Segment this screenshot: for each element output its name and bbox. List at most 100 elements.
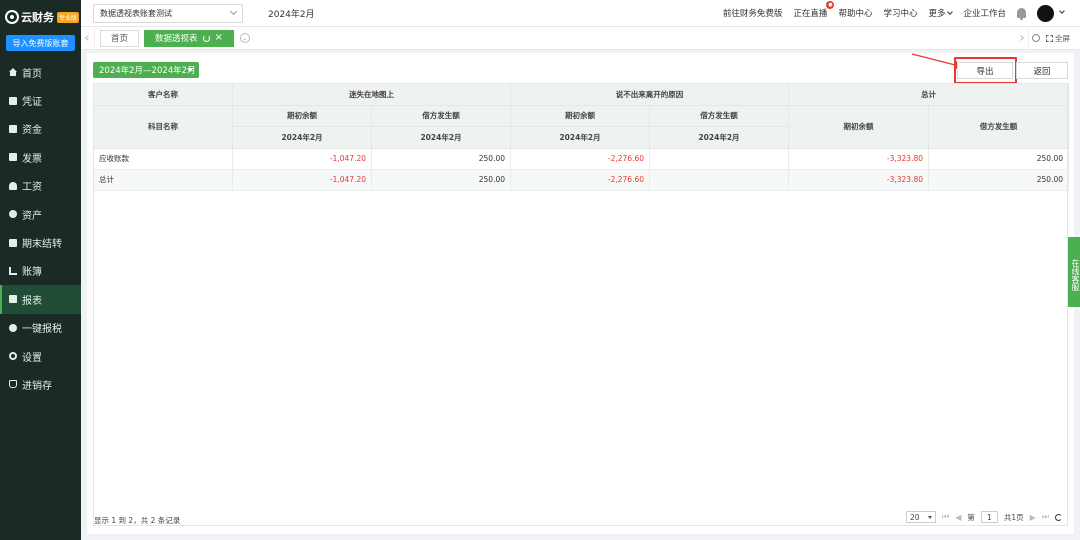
chevron-down-icon	[1059, 8, 1065, 14]
header-g1-credit-period: 2024年2月	[371, 126, 511, 149]
cell-g2-opening: -2,276.60	[510, 147, 650, 170]
sidebar-item-invoice[interactable]: 发票	[0, 143, 81, 171]
more-menu[interactable]: 更多	[928, 7, 954, 19]
record-summary: 显示 1 到 2，共 2 条记录	[94, 516, 181, 525]
header-g1-credit: 借方发生额	[371, 104, 511, 127]
current-period: 2024年2月	[268, 9, 315, 20]
sidebar: 云财务 专业版 导入免费版账套 首页 凭证 资金 发票 工资 资产 期末结转 账…	[0, 0, 81, 540]
tab-bar: 首页 数据透视表 × ⌄ 全屏	[81, 26, 1080, 50]
tax-icon	[9, 323, 17, 332]
sidebar-nav: 首页 凭证 资金 发票 工资 资产 期末结转 账簿 报表 一键报税 设置 进销存	[0, 58, 81, 399]
live-badge-icon: ●	[826, 1, 835, 9]
tab-scroll-left[interactable]	[81, 27, 95, 49]
sidebar-item-ledger[interactable]: 账簿	[0, 257, 81, 285]
sidebar-item-inventory[interactable]: 进销存	[0, 370, 81, 398]
enterprise-workbench-link[interactable]: 企业工作台	[963, 7, 1006, 19]
tab-more-icon[interactable]: ⌄	[239, 33, 250, 43]
ledger-icon	[9, 266, 17, 275]
table-frame-bottom	[93, 525, 1068, 526]
chevron-down-icon	[947, 9, 954, 15]
fullscreen-icon	[1046, 34, 1053, 42]
learning-center-link[interactable]: 学习中心	[883, 7, 917, 19]
page-number-input[interactable]: 1	[980, 511, 998, 523]
page-prefix: 第	[967, 512, 975, 522]
table-row[interactable]: 总计 -1,047.20 250.00 -2,276.60 -3,323.80 …	[93, 168, 1069, 191]
header-group-total: 总计	[788, 83, 1069, 106]
sidebar-item-funds[interactable]: 资金	[0, 115, 81, 143]
cell-g1-credit: 250.00	[371, 168, 511, 191]
close-icon[interactable]: ×	[215, 33, 223, 43]
chevron-right-icon	[1018, 35, 1024, 41]
brand-name: 云财务	[21, 11, 54, 24]
help-center-link[interactable]: 帮助中心	[838, 7, 872, 19]
next-page-icon[interactable]: ▶	[1030, 513, 1036, 522]
last-page-icon[interactable]: ⏭	[1042, 512, 1049, 522]
asset-icon	[9, 210, 17, 219]
first-page-icon[interactable]: ⏮	[942, 512, 949, 522]
cell-g2-credit	[649, 168, 789, 191]
header-customer: 客户名称	[93, 83, 233, 106]
wallet-icon	[9, 124, 17, 133]
tab-scroll-right[interactable]	[1014, 27, 1028, 49]
sidebar-item-salary[interactable]: 工资	[0, 172, 81, 200]
sidebar-item-reports[interactable]: 报表	[0, 285, 81, 314]
brand-logo[interactable]: 云财务 专业版	[0, 0, 81, 34]
table-row[interactable]: 应收账款 -1,047.20 250.00 -2,276.60 -3,323.8…	[93, 147, 1069, 170]
page-size-select[interactable]: 20	[906, 511, 936, 523]
export-button[interactable]: 导出	[957, 62, 1013, 79]
header-g1-opening: 期初余额	[232, 104, 372, 127]
sidebar-item-tax[interactable]: 一键报税	[0, 314, 81, 342]
header-total-opening: 期初余额	[788, 104, 929, 149]
cloud-logo-icon	[5, 10, 19, 24]
tab-pivot-table[interactable]: 数据透视表 ×	[144, 29, 234, 47]
tab-options[interactable]	[1028, 27, 1042, 49]
live-link[interactable]: 正在直播 ●	[793, 1, 835, 19]
cell-subject: 总计	[93, 168, 233, 191]
header-group-2: 说不出来离开的原因	[510, 83, 789, 106]
cell-total-credit: 250.00	[928, 168, 1069, 191]
cell-total-opening: -3,323.80	[788, 147, 929, 170]
import-free-account-button[interactable]: 导入免费版账套	[6, 35, 75, 51]
chevron-down-icon	[229, 7, 238, 16]
chevron-left-icon	[84, 35, 91, 41]
header-total-credit: 借方发生额	[928, 104, 1069, 149]
caret-down-icon	[187, 68, 193, 72]
sidebar-item-assets[interactable]: 资产	[0, 200, 81, 228]
header-g2-credit: 借方发生额	[649, 104, 789, 127]
table-frame-left	[93, 83, 94, 526]
cell-subject: 应收账款	[93, 147, 233, 170]
bell-icon[interactable]	[1017, 8, 1026, 20]
circle-minus-icon	[1031, 34, 1040, 42]
prev-page-icon[interactable]: ◀	[955, 513, 961, 522]
online-service-tab[interactable]: 在线客服	[1068, 237, 1080, 307]
sidebar-item-voucher[interactable]: 凭证	[0, 86, 81, 114]
reload-icon[interactable]	[1055, 513, 1062, 521]
refresh-icon[interactable]	[202, 34, 210, 42]
person-icon	[9, 181, 17, 190]
header-subject: 科目名称	[93, 104, 233, 149]
fullscreen-button[interactable]: 全屏	[1042, 33, 1080, 44]
user-menu[interactable]	[1037, 4, 1065, 22]
pivot-table: 客户名称 迷失在地图上 说不出来离开的原因 总计 科目名称 期初余额 借方发生额…	[93, 83, 1069, 191]
tab-bar-right: 全屏	[1014, 27, 1080, 49]
cell-g2-credit	[649, 147, 789, 170]
tab-home[interactable]: 首页	[100, 29, 140, 47]
cell-total-credit: 250.00	[928, 147, 1069, 170]
pagination: 20 ⏮ ◀ 第 1 共1页 ▶ ⏭	[906, 511, 1062, 523]
sidebar-item-closing[interactable]: 期末结转	[0, 228, 81, 256]
cell-total-opening: -3,323.80	[788, 168, 929, 191]
document-icon	[9, 96, 17, 105]
header-g2-opening-period: 2024年2月	[510, 126, 650, 149]
invoice-icon	[9, 153, 17, 162]
sidebar-item-settings[interactable]: 设置	[0, 342, 81, 370]
page-total: 共1页	[1003, 512, 1024, 522]
header-group-1: 迷失在地图上	[232, 83, 511, 106]
back-button[interactable]: 返回	[1016, 62, 1068, 79]
sidebar-item-home[interactable]: 首页	[0, 58, 81, 86]
account-select[interactable]: 数据透视表账套测试	[93, 3, 243, 23]
free-version-link[interactable]: 前往财务免费版	[723, 7, 783, 19]
top-bar: 数据透视表账套测试 2024年2月 前往财务免费版 正在直播 ● 帮助中心 学习中…	[81, 0, 1080, 26]
header-g1-opening-period: 2024年2月	[232, 126, 372, 149]
period-range-dropdown[interactable]: 2024年2月—2024年2月	[93, 62, 199, 78]
header-g2-opening: 期初余额	[510, 104, 650, 127]
